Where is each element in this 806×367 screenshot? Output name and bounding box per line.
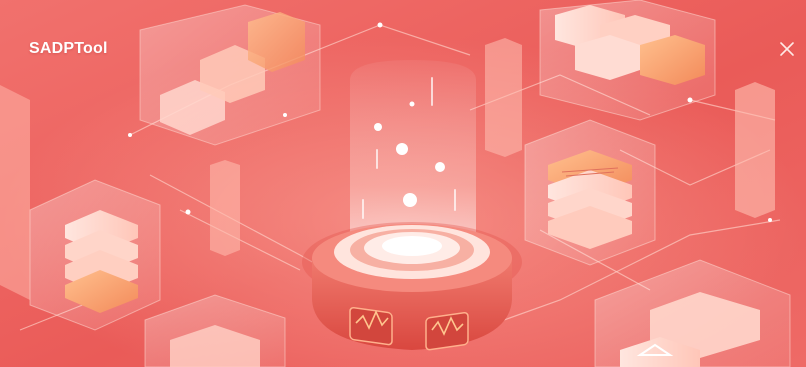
close-button[interactable] [774,36,800,62]
splash-window: SADPTool [0,0,806,367]
close-icon [780,42,794,56]
hero-illustration [0,0,806,367]
app-title: SADPTool [29,40,108,57]
